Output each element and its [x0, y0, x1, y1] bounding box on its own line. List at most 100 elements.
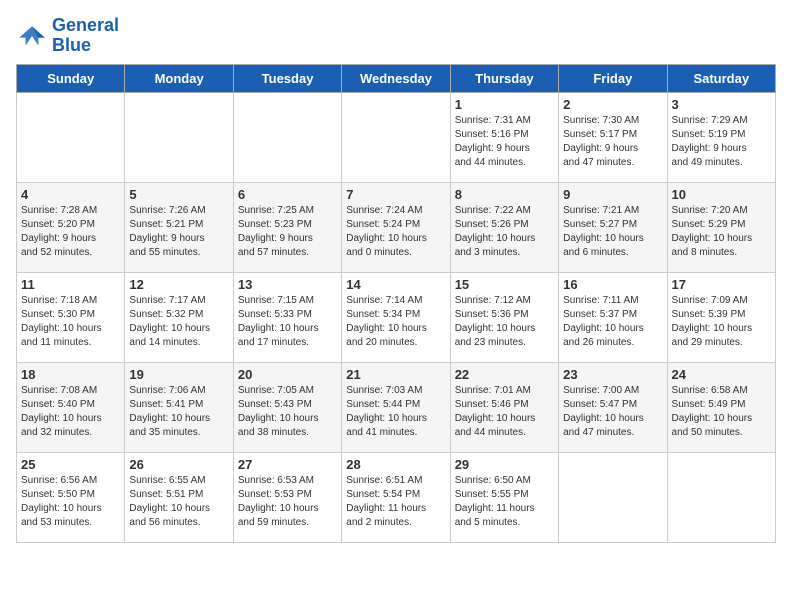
calendar-cell: 11Sunrise: 7:18 AMSunset: 5:30 PMDayligh…: [17, 272, 125, 362]
calendar-cell: 10 Sunrise: 7:20 AMSunset: 5:29 PMDayligh…: [667, 182, 775, 272]
week-row-2: 4 Sunrise: 7:28 AMSunset: 5:20 PMDaylight…: [17, 182, 776, 272]
day-number: 25: [21, 457, 120, 472]
day-number: 17: [672, 277, 771, 292]
day-number: 19: [129, 367, 228, 382]
day-number: 20: [238, 367, 337, 382]
day-info: Sunrise: 7:00 AMSunset: 5:47 PMDaylight:…: [563, 384, 662, 440]
day-number: 22: [455, 367, 554, 382]
day-info: Sunrise: 7:31 AMSunset: 5:16 PMDaylight:…: [455, 114, 554, 170]
weekday-header-saturday: Saturday: [667, 64, 775, 92]
calendar-cell: 3 Sunrise: 7:29 AMSunset: 5:19 PMDaylight…: [667, 92, 775, 182]
calendar-cell: 14 Sunrise: 7:14 AMSunset: 5:34 PMDayligh…: [342, 272, 450, 362]
logo: General Blue: [16, 16, 119, 56]
day-info: Sunrise: 7:05 AMSunset: 5:43 PMDaylight:…: [238, 384, 337, 440]
calendar-cell: 7 Sunrise: 7:24 AMSunset: 5:24 PMDaylight…: [342, 182, 450, 272]
calendar-cell: 29 Sunrise: 6:50 AMSunset: 5:55 PMDayligh…: [450, 452, 558, 542]
week-row-3: 11Sunrise: 7:18 AMSunset: 5:30 PMDayligh…: [17, 272, 776, 362]
week-row-1: 1Sunrise: 7:31 AMSunset: 5:16 PMDaylight…: [17, 92, 776, 182]
day-info: Sunrise: 7:11 AMSunset: 5:37 PMDaylight:…: [563, 294, 662, 350]
calendar-cell: [559, 452, 667, 542]
calendar-cell: 20 Sunrise: 7:05 AMSunset: 5:43 PMDayligh…: [233, 362, 341, 452]
calendar-cell: 1Sunrise: 7:31 AMSunset: 5:16 PMDaylight…: [450, 92, 558, 182]
calendar-header: SundayMondayTuesdayWednesdayThursdayFrid…: [17, 64, 776, 92]
day-info: Sunrise: 6:56 AMSunset: 5:50 PMDaylight:…: [21, 474, 120, 530]
day-info: Sunrise: 7:09 AMSunset: 5:39 PMDaylight:…: [672, 294, 771, 350]
calendar-cell: 13Sunrise: 7:15 AMSunset: 5:33 PMDayligh…: [233, 272, 341, 362]
day-info: Sunrise: 6:50 AMSunset: 5:55 PMDaylight:…: [455, 474, 554, 530]
calendar-cell: 2 Sunrise: 7:30 AMSunset: 5:17 PMDaylight…: [559, 92, 667, 182]
day-info: Sunrise: 6:53 AMSunset: 5:53 PMDaylight:…: [238, 474, 337, 530]
day-info: Sunrise: 7:06 AMSunset: 5:41 PMDaylight:…: [129, 384, 228, 440]
day-number: 4: [21, 187, 120, 202]
calendar-cell: [342, 92, 450, 182]
calendar-cell: [125, 92, 233, 182]
week-row-4: 18Sunrise: 7:08 AMSunset: 5:40 PMDayligh…: [17, 362, 776, 452]
day-info: Sunrise: 6:51 AMSunset: 5:54 PMDaylight:…: [346, 474, 445, 530]
day-number: 2: [563, 97, 662, 112]
day-number: 29: [455, 457, 554, 472]
calendar-cell: 8 Sunrise: 7:22 AMSunset: 5:26 PMDaylight…: [450, 182, 558, 272]
day-number: 8: [455, 187, 554, 202]
calendar-cell: [233, 92, 341, 182]
weekday-header-monday: Monday: [125, 64, 233, 92]
day-info: Sunrise: 7:20 AMSunset: 5:29 PMDaylight:…: [672, 204, 771, 260]
calendar-cell: 4 Sunrise: 7:28 AMSunset: 5:20 PMDaylight…: [17, 182, 125, 272]
day-info: Sunrise: 7:21 AMSunset: 5:27 PMDaylight:…: [563, 204, 662, 260]
weekday-header-tuesday: Tuesday: [233, 64, 341, 92]
day-info: Sunrise: 7:29 AMSunset: 5:19 PMDaylight:…: [672, 114, 771, 170]
calendar-cell: 6 Sunrise: 7:25 AMSunset: 5:23 PMDaylight…: [233, 182, 341, 272]
day-info: Sunrise: 7:08 AMSunset: 5:40 PMDaylight:…: [21, 384, 120, 440]
day-number: 7: [346, 187, 445, 202]
calendar-cell: 5 Sunrise: 7:26 AMSunset: 5:21 PMDaylight…: [125, 182, 233, 272]
calendar-cell: 16Sunrise: 7:11 AMSunset: 5:37 PMDayligh…: [559, 272, 667, 362]
day-info: Sunrise: 7:18 AMSunset: 5:30 PMDaylight:…: [21, 294, 120, 350]
calendar-cell: 26Sunrise: 6:55 AMSunset: 5:51 PMDayligh…: [125, 452, 233, 542]
day-info: Sunrise: 7:17 AMSunset: 5:32 PMDaylight:…: [129, 294, 228, 350]
day-info: Sunrise: 7:22 AMSunset: 5:26 PMDaylight:…: [455, 204, 554, 260]
day-info: Sunrise: 7:12 AMSunset: 5:36 PMDaylight:…: [455, 294, 554, 350]
week-row-5: 25 Sunrise: 6:56 AMSunset: 5:50 PMDayligh…: [17, 452, 776, 542]
day-number: 27: [238, 457, 337, 472]
day-info: Sunrise: 7:01 AMSunset: 5:46 PMDaylight:…: [455, 384, 554, 440]
day-number: 28: [346, 457, 445, 472]
day-info: Sunrise: 7:03 AMSunset: 5:44 PMDaylight:…: [346, 384, 445, 440]
day-info: Sunrise: 7:24 AMSunset: 5:24 PMDaylight:…: [346, 204, 445, 260]
day-number: 5: [129, 187, 228, 202]
calendar-table: SundayMondayTuesdayWednesdayThursdayFrid…: [16, 64, 776, 543]
day-info: Sunrise: 7:28 AMSunset: 5:20 PMDaylight:…: [21, 204, 120, 260]
day-info: Sunrise: 7:30 AMSunset: 5:17 PMDaylight:…: [563, 114, 662, 170]
day-number: 14: [346, 277, 445, 292]
logo-icon: [16, 20, 48, 52]
calendar-cell: 25 Sunrise: 6:56 AMSunset: 5:50 PMDayligh…: [17, 452, 125, 542]
calendar-cell: 18Sunrise: 7:08 AMSunset: 5:40 PMDayligh…: [17, 362, 125, 452]
day-info: Sunrise: 7:25 AMSunset: 5:23 PMDaylight:…: [238, 204, 337, 260]
calendar-cell: 22 Sunrise: 7:01 AMSunset: 5:46 PMDayligh…: [450, 362, 558, 452]
page-header: General Blue: [16, 16, 776, 56]
calendar-cell: 27 Sunrise: 6:53 AMSunset: 5:53 PMDayligh…: [233, 452, 341, 542]
day-number: 6: [238, 187, 337, 202]
day-number: 3: [672, 97, 771, 112]
day-info: Sunrise: 7:15 AMSunset: 5:33 PMDaylight:…: [238, 294, 337, 350]
day-number: 21: [346, 367, 445, 382]
day-number: 23: [563, 367, 662, 382]
calendar-cell: 15Sunrise: 7:12 AMSunset: 5:36 PMDayligh…: [450, 272, 558, 362]
day-info: Sunrise: 7:14 AMSunset: 5:34 PMDaylight:…: [346, 294, 445, 350]
calendar-cell: 24 Sunrise: 6:58 AMSunset: 5:49 PMDayligh…: [667, 362, 775, 452]
day-number: 24: [672, 367, 771, 382]
calendar-cell: 19 Sunrise: 7:06 AMSunset: 5:41 PMDayligh…: [125, 362, 233, 452]
day-number: 9: [563, 187, 662, 202]
calendar-cell: 21 Sunrise: 7:03 AMSunset: 5:44 PMDayligh…: [342, 362, 450, 452]
calendar-body: 1Sunrise: 7:31 AMSunset: 5:16 PMDaylight…: [17, 92, 776, 542]
calendar-cell: [667, 452, 775, 542]
weekday-header-thursday: Thursday: [450, 64, 558, 92]
day-info: Sunrise: 6:58 AMSunset: 5:49 PMDaylight:…: [672, 384, 771, 440]
day-info: Sunrise: 7:26 AMSunset: 5:21 PMDaylight:…: [129, 204, 228, 260]
calendar-cell: [17, 92, 125, 182]
weekday-row: SundayMondayTuesdayWednesdayThursdayFrid…: [17, 64, 776, 92]
weekday-header-sunday: Sunday: [17, 64, 125, 92]
day-number: 10: [672, 187, 771, 202]
weekday-header-wednesday: Wednesday: [342, 64, 450, 92]
calendar-cell: 17 Sunrise: 7:09 AMSunset: 5:39 PMDayligh…: [667, 272, 775, 362]
day-number: 12: [129, 277, 228, 292]
logo-text: General Blue: [52, 16, 119, 56]
